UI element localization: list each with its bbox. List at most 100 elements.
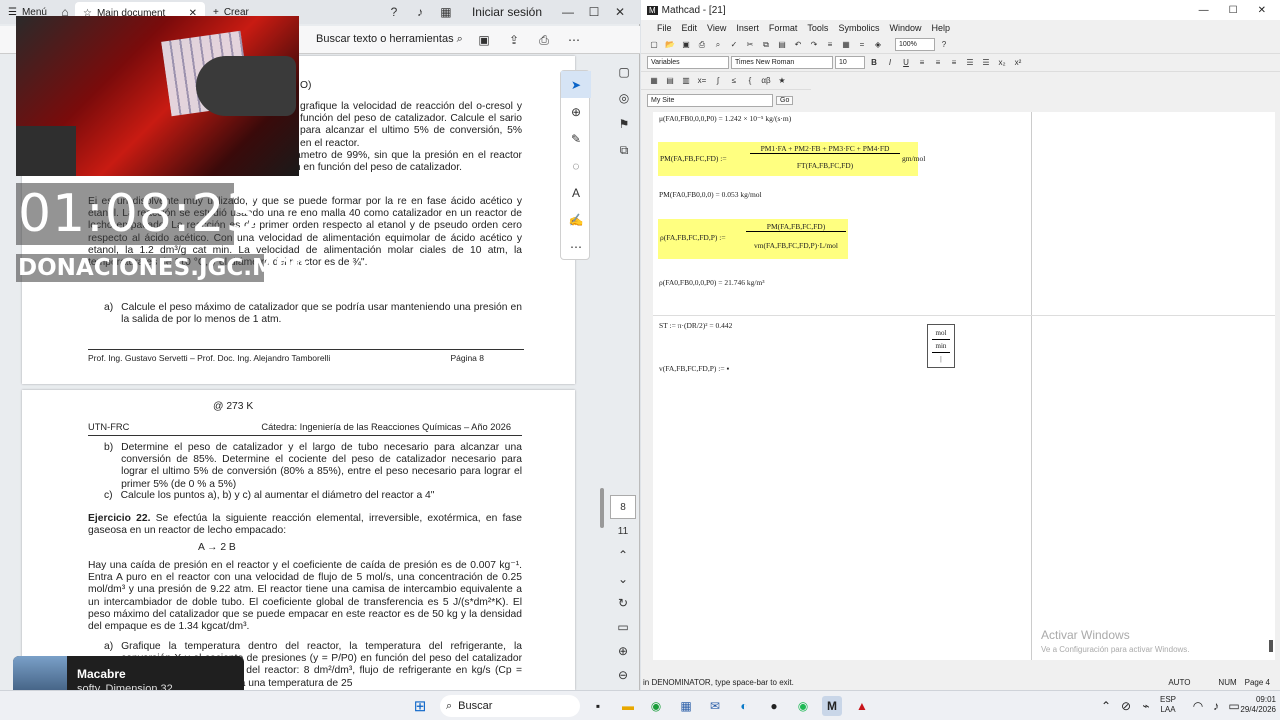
help-icon[interactable]: ? xyxy=(384,2,404,22)
superscript-icon[interactable]: x² xyxy=(1011,56,1025,70)
taskbar-search[interactable]: ⌕ Buscar xyxy=(440,695,580,717)
redo-icon[interactable]: ↷ xyxy=(807,38,821,52)
text-box-icon[interactable]: A xyxy=(561,179,591,206)
wifi-icon[interactable]: ◠ xyxy=(1188,696,1208,716)
menu-edit[interactable]: Edit xyxy=(682,23,698,33)
go-button[interactable]: Go xyxy=(776,96,794,105)
search-tools[interactable]: Buscar texto o herramientas ⌕ xyxy=(316,33,463,46)
calculus-icon[interactable]: ∫ xyxy=(711,74,725,88)
undo-icon[interactable]: ↶ xyxy=(791,38,805,52)
menu-format[interactable]: Format xyxy=(769,23,798,33)
select-cursor-icon[interactable]: ➤ xyxy=(561,71,591,98)
programming-icon[interactable]: { xyxy=(743,74,757,88)
menu-file[interactable]: File xyxy=(657,23,672,33)
obs-icon[interactable]: ● xyxy=(764,696,784,716)
subscript-icon[interactable]: x₂ xyxy=(995,56,1009,70)
save-icon[interactable]: ▣ xyxy=(679,38,693,52)
bold-icon[interactable]: B xyxy=(867,56,881,70)
font-select[interactable]: Times New Roman xyxy=(731,56,833,69)
usb-icon[interactable]: ⌁ xyxy=(1136,696,1156,716)
fit-page-icon[interactable]: ▭ xyxy=(610,615,636,639)
menu-view[interactable]: View xyxy=(707,23,726,33)
start-icon[interactable]: ⊞ xyxy=(410,696,430,716)
login-button[interactable]: Iniciar sesión xyxy=(462,5,552,19)
unit-placeholder-box[interactable]: mol min | xyxy=(927,324,955,368)
minimize-icon[interactable]: — xyxy=(558,2,578,22)
spotify-icon[interactable]: ◉ xyxy=(793,696,813,716)
numbering-icon[interactable]: ☰ xyxy=(979,56,993,70)
spell-icon[interactable]: ✓ xyxy=(727,38,741,52)
page-down-icon[interactable]: ⌄ xyxy=(610,567,636,591)
file-explorer-icon[interactable]: ▬ xyxy=(618,696,638,716)
preview-icon[interactable]: ⌕ xyxy=(711,38,725,52)
matrix-icon[interactable]: ▥ xyxy=(679,74,693,88)
size-select[interactable]: 10 xyxy=(835,56,865,69)
share-icon[interactable]: ◎ xyxy=(611,86,637,110)
menu-insert[interactable]: Insert xyxy=(736,23,759,33)
apps-grid-icon[interactable]: ▦ xyxy=(436,2,456,22)
style-select[interactable]: Variables xyxy=(647,56,729,69)
bell-icon[interactable]: ♪ xyxy=(410,2,430,22)
bookmark-icon[interactable]: ⚑ xyxy=(611,112,637,136)
open-icon[interactable]: 📂 xyxy=(663,38,677,52)
greek-icon[interactable]: αβ xyxy=(759,74,773,88)
eq-pm-definition[interactable]: PM(FA,FB,FC,FD) := PM1·FA + PM2·FB + PM3… xyxy=(658,142,925,176)
boolean-icon[interactable]: ≤ xyxy=(727,74,741,88)
zoom-in-icon[interactable]: ⊕ xyxy=(610,639,636,663)
page-number-box[interactable]: 8 xyxy=(610,495,636,519)
new-icon[interactable]: ▢ xyxy=(647,38,661,52)
mc-minimize-icon[interactable]: — xyxy=(1199,5,1209,16)
mc-maximize-icon[interactable]: ☐ xyxy=(1229,5,1238,16)
evaluation-icon[interactable]: x= xyxy=(695,74,709,88)
help-icon[interactable]: ? xyxy=(937,38,951,52)
align-icon[interactable]: ≡ xyxy=(823,38,837,52)
menu-symbolics[interactable]: Symbolics xyxy=(838,23,879,33)
calc-icon[interactable]: = xyxy=(855,38,869,52)
page-up-icon[interactable]: ⌃ xyxy=(610,543,636,567)
cut-icon[interactable]: ✂ xyxy=(743,38,757,52)
mathcad-worksheet[interactable]: μ(FA0,FB0,0,0,P0) = 1.242 × 10⁻⁵ kg/(s·m… xyxy=(653,112,1275,660)
language-indicator[interactable]: ESP LAA xyxy=(1160,695,1176,715)
clock[interactable]: 09:01 29/4/2026 xyxy=(1226,695,1276,715)
network-off-icon[interactable]: ⊘ xyxy=(1116,696,1136,716)
task-view-icon[interactable]: ▪ xyxy=(588,696,608,716)
resource-icon[interactable]: ◈ xyxy=(871,38,885,52)
menu-help[interactable]: Help xyxy=(931,23,950,33)
save-icon[interactable]: ▣ xyxy=(474,30,494,50)
zoom-select[interactable]: 100% xyxy=(895,38,935,51)
edge-icon[interactable]: ◐ xyxy=(734,696,754,716)
calculator-icon[interactable]: ▦ xyxy=(647,74,661,88)
mathcad-taskbar-icon[interactable]: M xyxy=(822,696,842,716)
worksheet-scrollbar[interactable] xyxy=(1269,640,1273,652)
italic-icon[interactable]: I xyxy=(883,56,897,70)
site-select[interactable]: My Site xyxy=(647,94,773,107)
graph-icon[interactable]: ▤ xyxy=(663,74,677,88)
lasso-icon[interactable]: ◌ xyxy=(561,152,591,179)
tray-expand-icon[interactable]: ⌃ xyxy=(1096,696,1116,716)
more-tools-icon[interactable]: ⋯ xyxy=(561,233,591,260)
mc-close-icon[interactable]: ✕ xyxy=(1258,5,1266,16)
align-right-icon[interactable]: ≡ xyxy=(947,56,961,70)
menu-window[interactable]: Window xyxy=(889,23,921,33)
outlook-icon[interactable]: ✉ xyxy=(705,696,725,716)
maximize-icon[interactable]: ☐ xyxy=(584,2,604,22)
zoom-out-icon[interactable]: ⊖ xyxy=(610,663,636,687)
symbolic-icon[interactable]: ★ xyxy=(775,74,789,88)
eq-rho-eval[interactable]: ρ(FA0,FB0,0,0,P0) = 21.746 kg/m³ xyxy=(659,278,765,287)
eq-area[interactable]: ST := π·(DR/2)² = 0.442 xyxy=(659,321,732,330)
menu-tools[interactable]: Tools xyxy=(807,23,828,33)
store-icon[interactable]: ▦ xyxy=(676,696,696,716)
eq-rho-definition[interactable]: ρ(FA,FB,FC,FD,P) := PM(FA,FB,FC,FD) vm(F… xyxy=(658,219,848,259)
eq-velocity[interactable]: v(FA,FB,FC,FD,P) := ▪ xyxy=(659,364,729,373)
more-icon[interactable]: ⋯ xyxy=(564,30,584,50)
chrome-icon[interactable]: ◉ xyxy=(646,696,666,716)
insert-graph-icon[interactable]: ▦ xyxy=(839,38,853,52)
comment-icon[interactable]: ▢ xyxy=(611,60,637,84)
volume-icon[interactable]: ♪ xyxy=(1206,696,1226,716)
eq-viscosity[interactable]: μ(FA0,FB0,0,0,P0) = 1.242 × 10⁻⁵ kg/(s·m… xyxy=(659,114,791,123)
copy-icon[interactable]: ⧉ xyxy=(759,38,773,52)
rotate-icon[interactable]: ↻ xyxy=(610,591,636,615)
pen-icon[interactable]: ✎ xyxy=(561,125,591,152)
acrobat-icon[interactable]: ▲ xyxy=(852,696,872,716)
underline-icon[interactable]: U xyxy=(899,56,913,70)
